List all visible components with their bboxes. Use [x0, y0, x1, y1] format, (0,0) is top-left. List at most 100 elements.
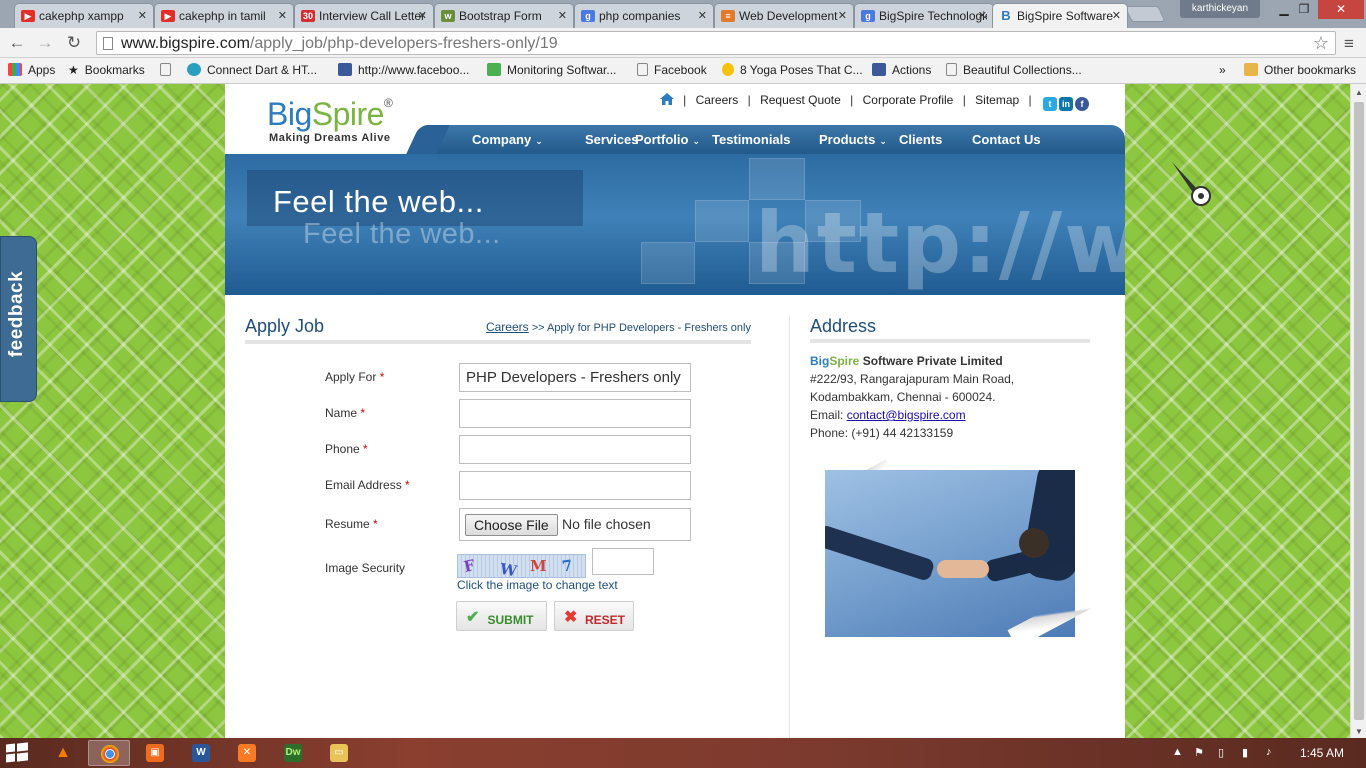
- browser-tab[interactable]: w Bootstrap Form ✕: [434, 3, 574, 28]
- scroll-thumb[interactable]: [1354, 102, 1364, 720]
- bookmark-actions[interactable]: Actions: [872, 63, 931, 77]
- close-tab-icon[interactable]: ✕: [698, 9, 707, 22]
- breadcrumb-current: >> Apply for PHP Developers - Freshers o…: [531, 322, 751, 334]
- bookmark-other[interactable]: Other bookmarks: [1244, 63, 1356, 77]
- maximize-button[interactable]: ❐: [1290, 0, 1318, 19]
- bookmark-beautiful[interactable]: Beautiful Collections...: [946, 63, 1082, 77]
- hero-banner: Feel the web... Feel the web... http://w…: [225, 154, 1125, 295]
- nav-testimonials[interactable]: Testimonials: [712, 132, 791, 147]
- back-arrow-icon[interactable]: ←: [6, 32, 28, 54]
- taskbar-vlc[interactable]: ▲: [42, 740, 84, 766]
- nav-contact-us[interactable]: Contact Us: [972, 132, 1041, 147]
- apply-for-field[interactable]: [459, 363, 691, 392]
- phone-field[interactable]: [459, 435, 691, 464]
- linkedin-icon[interactable]: in: [1059, 97, 1073, 111]
- browser-tab[interactable]: 30 Interview Call Letter ✕: [294, 3, 434, 28]
- bookmark-yoga[interactable]: 8 Yoga Poses That C...: [722, 63, 863, 77]
- facebook-icon[interactable]: f: [1075, 97, 1089, 111]
- new-tab-button[interactable]: [1124, 6, 1166, 22]
- bookmark-star-icon[interactable]: ☆: [1313, 33, 1329, 54]
- taskbar-xampp[interactable]: ✕: [226, 740, 268, 766]
- close-tab-icon[interactable]: ✕: [838, 9, 847, 22]
- banner-title: Feel the web...: [273, 184, 484, 219]
- windows-start-icon[interactable]: [6, 742, 28, 763]
- nav-company[interactable]: Company ⌄: [472, 132, 543, 147]
- submit-button[interactable]: ✔ SUBMIT: [456, 601, 547, 631]
- reload-icon[interactable]: ↻: [63, 32, 85, 54]
- choose-file-button[interactable]: Choose File: [465, 514, 558, 536]
- close-window-button[interactable]: ✕: [1318, 0, 1364, 19]
- browser-tab[interactable]: ▶ cakephp xampp ✕: [14, 3, 154, 28]
- bookmark-facebook[interactable]: Facebook: [637, 63, 707, 77]
- nav-products[interactable]: Products ⌄: [819, 132, 887, 147]
- close-tab-icon[interactable]: ✕: [978, 9, 987, 22]
- reset-button[interactable]: ✖ RESET: [554, 601, 634, 631]
- top-link-careers[interactable]: Careers: [696, 93, 739, 107]
- top-link-corporate-profile[interactable]: Corporate Profile: [863, 93, 954, 107]
- page-title: Apply Job: [245, 316, 325, 336]
- taskbar-xampp-files[interactable]: ▣: [134, 740, 176, 766]
- bookmarks-bar: Apps ★ Bookmarks Connect Dart & HT... htt…: [0, 58, 1366, 84]
- feedback-tab[interactable]: feedback: [0, 236, 37, 402]
- forward-arrow-icon[interactable]: →: [34, 32, 56, 54]
- tray-volume-icon[interactable]: ♪: [1266, 746, 1272, 758]
- bookmark-facebook-url[interactable]: http://www.faceboo...: [338, 63, 469, 77]
- taskbar-explorer[interactable]: ▭: [318, 740, 360, 766]
- apply-for-label: Apply For *: [325, 370, 385, 384]
- tray-network-icon[interactable]: ▮: [1242, 746, 1248, 759]
- bookmark-monitoring[interactable]: Monitoring Softwar...: [487, 63, 616, 77]
- tray-device-icon[interactable]: ▯: [1218, 746, 1224, 759]
- browser-tab[interactable]: ▶ cakephp in tamil ✕: [154, 3, 294, 28]
- word-icon: W: [192, 744, 210, 762]
- bookmark-blank[interactable]: [160, 63, 177, 77]
- bookmark-bookmarks[interactable]: ★ Bookmarks: [68, 63, 145, 77]
- tray-flag-icon[interactable]: ⚑: [1194, 746, 1204, 759]
- close-tab-icon[interactable]: ✕: [558, 9, 567, 22]
- bigspire-logo[interactable]: BigSpire®: [267, 96, 393, 133]
- resume-label: Resume *: [325, 517, 378, 531]
- close-tab-icon[interactable]: ✕: [1112, 9, 1121, 22]
- bookmark-connect-dart[interactable]: Connect Dart & HT...: [187, 63, 317, 77]
- menu-icon[interactable]: ≡: [1344, 34, 1354, 54]
- browser-tab[interactable]: ≡ Web Development ✕: [714, 3, 854, 28]
- email-link[interactable]: contact@bigspire.com: [847, 408, 966, 422]
- pin-icon: [722, 63, 734, 76]
- banner-square: [641, 242, 695, 284]
- breadcrumb-careers-link[interactable]: Careers: [486, 320, 529, 334]
- photo-shape: [825, 523, 936, 583]
- nav-clients[interactable]: Clients: [899, 132, 942, 147]
- captcha-input[interactable]: [592, 548, 654, 575]
- close-tab-icon[interactable]: ✕: [138, 9, 147, 22]
- name-field[interactable]: [459, 399, 691, 428]
- scroll-up-icon[interactable]: ▲: [1355, 88, 1363, 97]
- close-tab-icon[interactable]: ✕: [418, 9, 427, 22]
- taskbar-chrome[interactable]: [88, 740, 130, 766]
- taskbar-dreamweaver[interactable]: Dw: [272, 740, 314, 766]
- address-title: Address: [810, 316, 877, 336]
- bookmark-apps[interactable]: Apps: [8, 63, 55, 77]
- page-scrollbar[interactable]: ▲ ▼: [1350, 84, 1366, 738]
- scroll-down-icon[interactable]: ▼: [1355, 727, 1363, 736]
- home-icon[interactable]: [659, 93, 674, 105]
- vlc-icon: ▲: [55, 744, 71, 761]
- email-field[interactable]: [459, 471, 691, 500]
- address-bar[interactable]: www.bigspire.com/apply_job/php-developer…: [96, 31, 1336, 55]
- tray-arrow-icon[interactable]: ▲: [1172, 746, 1183, 758]
- profile-chip[interactable]: karthickeyan: [1180, 0, 1260, 18]
- browser-tab[interactable]: g BigSpire Technologies ✕: [854, 3, 994, 28]
- nav-portfolio[interactable]: Portfolio ⌄: [635, 132, 700, 147]
- close-tab-icon[interactable]: ✕: [278, 9, 287, 22]
- top-link-request-quote[interactable]: Request Quote: [760, 93, 841, 107]
- browser-tab-active[interactable]: B BigSpire Software ✕: [992, 3, 1128, 28]
- captcha-image[interactable]: F W M 7: [457, 554, 586, 580]
- taskbar-clock[interactable]: 1:45 AM: [1300, 746, 1344, 760]
- handshake-image: [825, 470, 1075, 637]
- bookmarks-overflow[interactable]: »: [1219, 63, 1226, 77]
- check-icon: ✔: [466, 609, 480, 626]
- taskbar-word[interactable]: W: [180, 740, 222, 766]
- browser-tab[interactable]: g php companies ✕: [574, 3, 714, 28]
- twitter-icon[interactable]: t: [1043, 97, 1057, 111]
- top-link-sitemap[interactable]: Sitemap: [975, 93, 1019, 107]
- xampp-files-icon: ▣: [146, 744, 164, 762]
- facebook-icon: [338, 63, 352, 76]
